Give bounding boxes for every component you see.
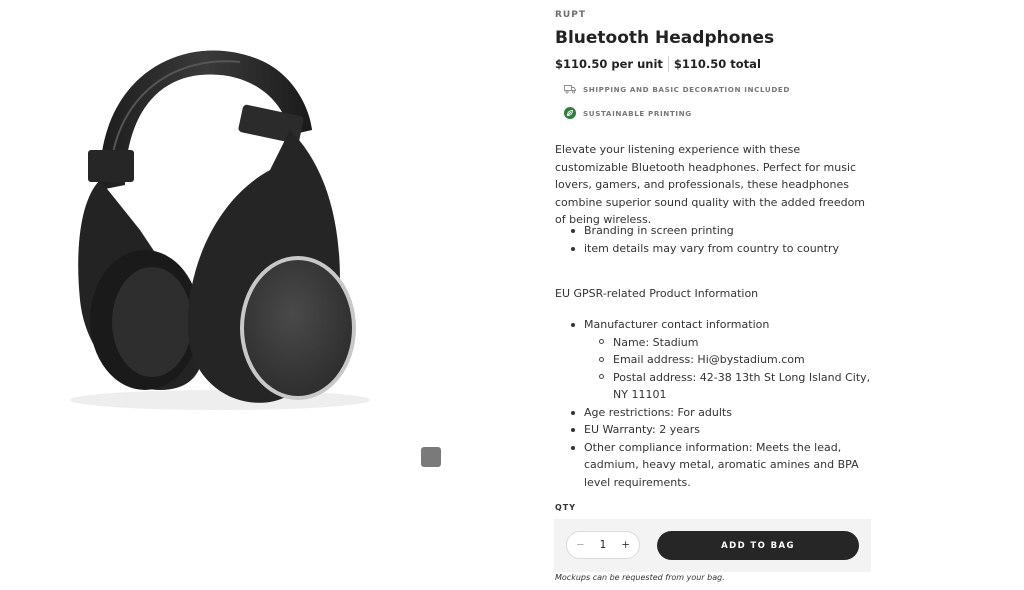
add-to-bag-button[interactable]: ADD TO BAG (657, 531, 859, 560)
feature-list: Branding in screen printing item details… (568, 222, 839, 257)
product-image (70, 50, 370, 410)
product-gallery (0, 0, 472, 488)
list-item: item details may vary from country to co… (568, 240, 839, 258)
purchase-box: − 1 + ADD TO BAG (554, 519, 871, 572)
gpsr-title: EU GPSR-related Product Information (555, 287, 759, 300)
quantity-value[interactable]: 1 (600, 539, 607, 551)
increase-quantity-button[interactable]: + (621, 539, 630, 551)
list-item: Name: Stadium (597, 334, 878, 352)
decrease-quantity-button[interactable]: − (576, 539, 585, 551)
contact-list: Name: Stadium Email address: Hi@bystadiu… (597, 334, 878, 404)
list-item: EU Warranty: 2 years (568, 421, 878, 439)
zoom-button[interactable] (421, 447, 472, 488)
magnifier-icon (461, 477, 472, 488)
list-item: Manufacturer contact information Name: S… (568, 316, 878, 404)
price-divider (667, 56, 669, 72)
feature-shipping-label: SHIPPING AND BASIC DECORATION INCLUDED (583, 84, 790, 94)
feature-sustainable-label: SUSTAINABLE PRINTING (583, 108, 692, 118)
price-per-unit: $110.50 per unit (555, 57, 663, 71)
product-title: Bluetooth Headphones (555, 28, 775, 48)
list-item: Email address: Hi@bystadium.com (597, 351, 878, 369)
gpsr-list: Manufacturer contact information Name: S… (568, 316, 878, 491)
qty-label: QTY (555, 503, 577, 512)
list-item: Postal address: 42-38 13th St Long Islan… (597, 369, 878, 404)
price-row: $110.50 per unit $110.50 total (555, 56, 761, 72)
list-item: Branding in screen printing (568, 222, 839, 240)
list-item: Other compliance information: Meets the … (568, 439, 878, 492)
leaf-icon (564, 107, 576, 119)
mockup-note: Mockups can be requested from your bag. (555, 573, 725, 582)
product-description: Elevate your listening experience with t… (555, 143, 866, 226)
list-item: Age restrictions: For adults (568, 404, 878, 422)
brand-label: RUPT (555, 10, 586, 20)
price-total: $110.50 total (673, 57, 761, 71)
quantity-stepper[interactable]: − 1 + (566, 531, 640, 559)
feature-sustainable: SUSTAINABLE PRINTING (564, 107, 692, 119)
manufacturer-label: Manufacturer contact information (584, 318, 770, 331)
feature-shipping: SHIPPING AND BASIC DECORATION INCLUDED (564, 83, 790, 95)
truck-icon (564, 83, 576, 95)
